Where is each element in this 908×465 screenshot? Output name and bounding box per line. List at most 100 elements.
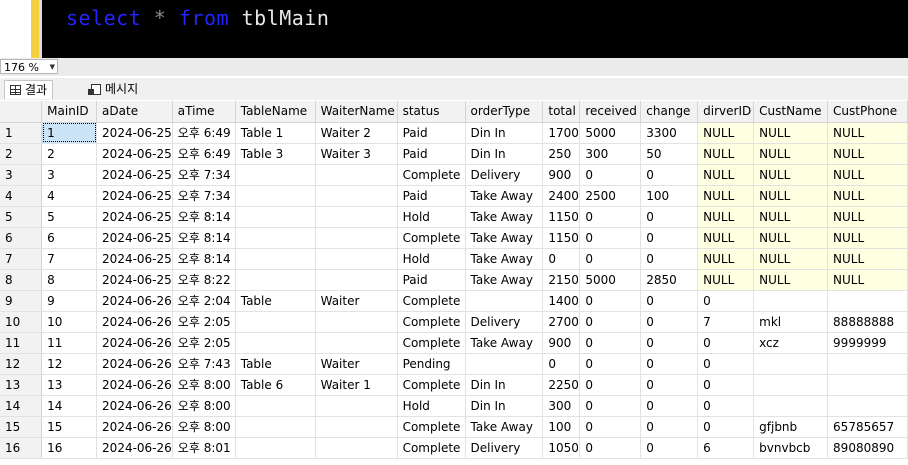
table-cell[interactable]: Waiter (315, 290, 398, 312)
table-cell[interactable]: 0 (640, 374, 699, 396)
table-cell[interactable]: Waiter 1 (315, 374, 398, 396)
row-number[interactable]: 8 (0, 269, 43, 291)
table-cell[interactable]: 300 (542, 395, 581, 417)
table-cell[interactable]: 3300 (640, 122, 699, 144)
table-cell[interactable]: 1150 (542, 206, 581, 228)
table-cell[interactable]: 0 (697, 353, 755, 375)
column-header[interactable]: CustPhone (827, 101, 908, 123)
table-cell[interactable]: 0 (640, 164, 699, 186)
table-cell[interactable] (235, 416, 316, 438)
table-cell[interactable]: Hold (397, 395, 466, 417)
column-header[interactable]: total (542, 101, 581, 123)
table-cell[interactable]: 2024-06-25 (96, 269, 173, 291)
table-cell[interactable] (753, 353, 829, 375)
column-header[interactable]: dirverID (697, 101, 755, 123)
table-row[interactable]: 4 4 2024-06-25 오후 7:34 Paid Take Away 2400 2500… (0, 185, 908, 207)
table-cell[interactable] (235, 437, 316, 459)
table-cell[interactable]: Take Away (465, 332, 544, 354)
table-cell[interactable]: 0 (579, 374, 642, 396)
query-editor[interactable]: select * from tblMain (0, 0, 908, 58)
table-cell[interactable]: 2024-06-25 (96, 122, 173, 144)
column-header[interactable]: TableName (235, 101, 316, 123)
table-cell[interactable]: 5000 (579, 269, 642, 291)
table-cell[interactable]: NULL (697, 164, 755, 186)
column-header[interactable]: MainID (41, 101, 98, 123)
tab-results[interactable]: 결과 (4, 80, 54, 99)
table-cell[interactable] (827, 353, 908, 375)
table-cell[interactable]: NULL (697, 248, 755, 270)
table-cell[interactable]: Din In (465, 374, 544, 396)
table-cell[interactable]: NULL (753, 227, 829, 249)
table-cell[interactable]: 0 (579, 227, 642, 249)
table-cell[interactable]: Paid (397, 122, 466, 144)
table-cell[interactable]: 0 (640, 290, 699, 312)
table-cell[interactable]: Take Away (465, 248, 544, 270)
table-cell[interactable]: Table 3 (235, 143, 316, 165)
table-cell[interactable]: Take Away (465, 269, 544, 291)
horizontal-scrollbar[interactable] (0, 58, 908, 76)
table-row[interactable]: 13 13 2024-06-26 오후 8:00 Table 6 Waiter 1 Comp… (0, 374, 908, 396)
table-cell[interactable]: 2024-06-26 (96, 332, 173, 354)
table-cell[interactable] (315, 227, 398, 249)
table-cell[interactable]: 2024-06-26 (96, 311, 173, 333)
row-number[interactable]: 13 (0, 374, 43, 396)
table-cell[interactable]: 3 (41, 164, 98, 186)
table-cell[interactable]: Waiter (315, 353, 398, 375)
table-row[interactable]: 11 11 2024-06-26 오후 2:05 Complete Take Away 90… (0, 332, 908, 354)
table-cell[interactable]: 0 (579, 437, 642, 459)
table-cell[interactable]: 오후 2:05 (172, 311, 236, 333)
table-cell[interactable]: NULL (753, 269, 829, 291)
table-cell[interactable]: 2024-06-25 (96, 143, 173, 165)
table-cell[interactable]: 2700 (542, 311, 581, 333)
table-cell[interactable]: NULL (697, 269, 755, 291)
table-row[interactable]: 12 12 2024-06-26 오후 7:43 Table Waiter Pending 0… (0, 353, 908, 375)
table-cell[interactable]: 4 (41, 185, 98, 207)
table-cell[interactable]: 2024-06-26 (96, 416, 173, 438)
row-number[interactable]: 1 (0, 122, 43, 144)
table-cell[interactable]: mkl (753, 311, 829, 333)
column-header[interactable]: orderType (465, 101, 544, 123)
table-cell[interactable]: 오후 8:14 (172, 227, 236, 249)
table-cell[interactable]: Delivery (465, 164, 544, 186)
table-cell[interactable]: NULL (753, 143, 829, 165)
table-cell[interactable]: Complete (397, 374, 466, 396)
table-cell[interactable]: 14 (41, 395, 98, 417)
table-row[interactable]: 7 7 2024-06-25 오후 8:14 Hold Take Away 0 0 0 NULL N… (0, 248, 908, 270)
table-cell[interactable]: 0 (640, 227, 699, 249)
table-cell[interactable]: NULL (697, 227, 755, 249)
row-number[interactable]: 7 (0, 248, 43, 270)
table-cell[interactable]: 오후 6:49 (172, 143, 236, 165)
table-cell[interactable]: 100 (542, 416, 581, 438)
table-cell[interactable]: 900 (542, 164, 581, 186)
table-cell[interactable]: 0 (640, 311, 699, 333)
table-cell[interactable]: 0 (697, 374, 755, 396)
code-area[interactable]: select * from tblMain (42, 0, 908, 58)
table-cell[interactable]: Hold (397, 206, 466, 228)
table-cell[interactable]: 2024-06-26 (96, 374, 173, 396)
table-row[interactable]: 6 6 2024-06-25 오후 8:14 Complete Take Away 1150… (0, 227, 908, 249)
table-cell[interactable]: 오후 2:05 (172, 332, 236, 354)
table-cell[interactable]: 1 (41, 122, 98, 144)
table-cell[interactable]: Paid (397, 143, 466, 165)
table-cell[interactable] (235, 206, 316, 228)
table-cell[interactable] (315, 206, 398, 228)
table-cell[interactable]: 2500 (579, 185, 642, 207)
table-cell[interactable]: 0 (579, 311, 642, 333)
table-cell[interactable]: Waiter 2 (315, 122, 398, 144)
table-cell[interactable]: 5000 (579, 122, 642, 144)
row-number[interactable]: 10 (0, 311, 43, 333)
table-cell[interactable]: Din In (465, 122, 544, 144)
table-cell[interactable] (827, 290, 908, 312)
table-cell[interactable]: 2400 (542, 185, 581, 207)
table-cell[interactable]: Din In (465, 395, 544, 417)
table-row[interactable]: 15 15 2024-06-26 오후 8:00 Complete Take Away 10… (0, 416, 908, 438)
table-cell[interactable] (827, 374, 908, 396)
table-cell[interactable]: 1400 (542, 290, 581, 312)
table-cell[interactable]: 0 (579, 206, 642, 228)
table-cell[interactable] (827, 395, 908, 417)
table-cell[interactable] (315, 437, 398, 459)
table-cell[interactable]: 2024-06-25 (96, 227, 173, 249)
table-cell[interactable]: 오후 8:00 (172, 395, 236, 417)
column-header[interactable]: received (579, 101, 642, 123)
table-cell[interactable]: 2024-06-25 (96, 164, 173, 186)
